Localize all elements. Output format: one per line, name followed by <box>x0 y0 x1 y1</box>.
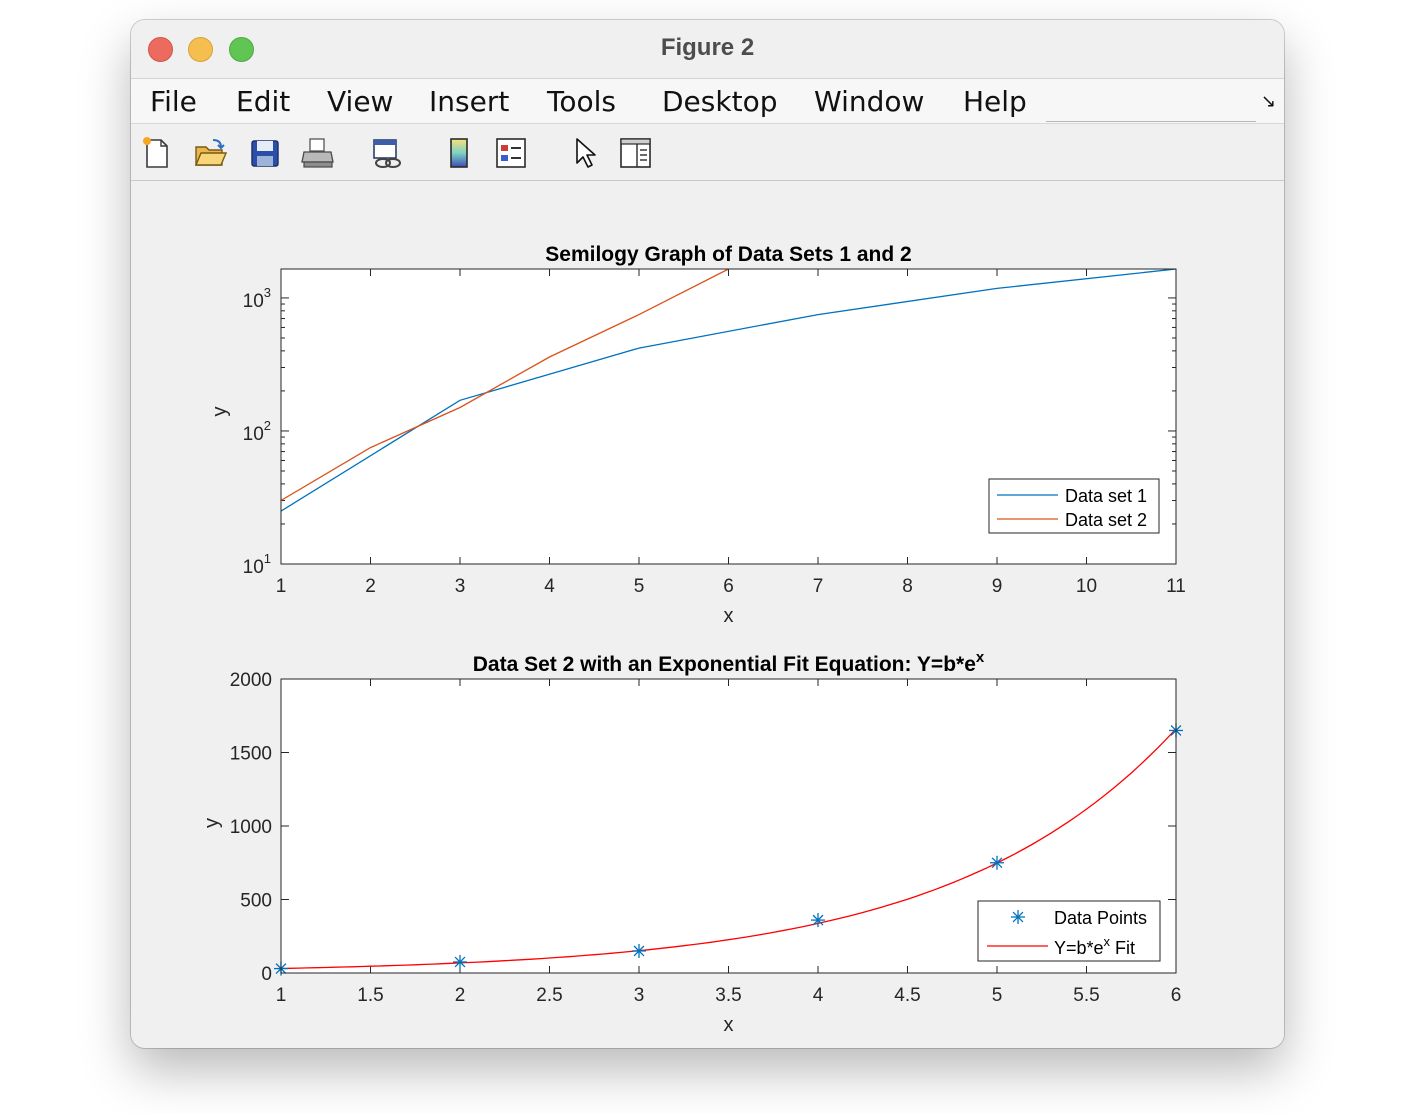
y-tick-base: 10 <box>243 291 264 312</box>
y-tick-exponent: 2 <box>264 418 271 433</box>
legend-icon[interactable] <box>494 136 528 170</box>
menu-insert[interactable]: Insert <box>429 85 509 118</box>
plot-area: 1 2 3 4 5 6 7 8 9 10 11 101 102 103 Semilogy Graph of … <box>131 181 1284 1048</box>
y-tick-label: 2000 <box>230 670 272 691</box>
y-tick-label: 101 <box>243 551 271 578</box>
x-tick-label: 6 <box>1171 985 1182 1006</box>
y-tick-label: 102 <box>243 418 271 445</box>
x-tick-label: 11 <box>1166 576 1186 597</box>
x-tick-label: 1 <box>276 985 287 1006</box>
dock-figure-icon[interactable]: ↘ <box>1261 91 1276 112</box>
x-tick-label: 2.5 <box>536 985 562 1006</box>
y-tick-label: 1500 <box>230 744 272 765</box>
data-point <box>990 855 1004 870</box>
y-tick-label: 0 <box>261 964 272 985</box>
legend-label: Data Points <box>1054 908 1147 928</box>
menu-edit[interactable]: Edit <box>236 85 290 118</box>
menu-file[interactable]: File <box>150 85 197 118</box>
chart-title-superscript: x <box>976 649 985 666</box>
x-tick-label: 7 <box>813 576 824 597</box>
x-tick-label: 2 <box>455 985 466 1006</box>
edit-plot-arrow-icon[interactable] <box>568 136 602 170</box>
x-axis-label: x <box>724 605 734 627</box>
open-file-icon[interactable] <box>193 136 227 170</box>
x-tick-label: 1.5 <box>357 985 383 1006</box>
legend: Data Points Y=b*ex Fit <box>977 900 1161 962</box>
chart-title: Semilogy Graph of Data Sets 1 and 2 <box>545 243 911 266</box>
data-point <box>811 913 825 928</box>
figure-toolbar <box>131 124 1284 181</box>
y-axis-label: y <box>209 407 231 417</box>
legend-label-text: Y=b*e <box>1054 938 1104 958</box>
print-icon[interactable] <box>301 136 335 170</box>
property-inspector-icon[interactable] <box>618 136 652 170</box>
figure-window: Figure 2 File Edit View Insert Tools Des… <box>131 20 1284 1048</box>
menu-window[interactable]: Window <box>814 85 924 118</box>
x-tick-label: 3 <box>634 985 645 1006</box>
x-tick-label: 4 <box>813 985 824 1006</box>
menu-bar: File Edit View Insert Tools Desktop Wind… <box>131 79 1284 124</box>
title-bar: Figure 2 <box>131 20 1284 79</box>
menu-separator <box>1046 121 1256 122</box>
y-tick-label: 1000 <box>230 817 272 838</box>
chart-title: Data Set 2 with an Exponential Fit Equat… <box>473 649 985 676</box>
data-point <box>632 943 646 958</box>
menu-tools[interactable]: Tools <box>547 85 616 118</box>
link-plot-icon[interactable] <box>370 136 404 170</box>
save-icon[interactable] <box>248 136 282 170</box>
legend-marker-data-points <box>1011 910 1025 924</box>
x-tick-label: 3.5 <box>715 985 741 1006</box>
semilog-chart: 1 2 3 4 5 6 7 8 9 10 11101102103Semilogy Graph of … <box>209 243 1186 627</box>
chart-title-text: Data Set 2 with an Exponential Fit Equat… <box>473 653 976 676</box>
menu-desktop[interactable]: Desktop <box>662 85 777 118</box>
x-tick-label: 5.5 <box>1073 985 1099 1006</box>
fit-chart: 1 1.5 2 2.5 3 3.5 4 4.5 5 5.5 6 0 500 1000 1500 2000 Dat… <box>201 649 1183 1036</box>
x-tick-label: 6 <box>723 576 734 597</box>
y-axis-label: y <box>201 818 223 828</box>
x-tick-label: 4 <box>544 576 555 597</box>
menu-help[interactable]: Help <box>963 85 1027 118</box>
figure-canvas: 1 2 3 4 5 6 7 8 9 10 11101102103Semilogy Graph of … <box>201 243 1186 1036</box>
x-tick-label: 3 <box>455 576 466 597</box>
x-tick-label: 10 <box>1076 576 1097 597</box>
legend-label: Y=b*ex Fit <box>1054 934 1135 958</box>
new-figure-icon[interactable] <box>139 136 173 170</box>
x-tick-label: 8 <box>902 576 913 597</box>
x-tick-label: 5 <box>634 576 645 597</box>
legend-label: Data set 1 <box>1065 486 1147 506</box>
x-tick-label: 4.5 <box>894 985 920 1006</box>
x-tick-label: 5 <box>992 985 1003 1006</box>
legend-label: Data set 2 <box>1065 510 1147 530</box>
y-tick-exponent: 3 <box>264 285 271 300</box>
colorbar-icon[interactable] <box>442 136 476 170</box>
menu-view[interactable]: View <box>327 85 393 118</box>
data-point <box>453 954 467 969</box>
legend: Data set 1 Data set 2 <box>988 478 1160 534</box>
y-tick-base: 10 <box>243 557 264 578</box>
x-tick-label: 9 <box>992 576 1003 597</box>
y-tick-label: 103 <box>243 285 271 312</box>
legend-label-suffix: Fit <box>1110 938 1135 958</box>
y-tick-exponent: 1 <box>264 551 271 566</box>
x-tick-label: 1 <box>276 576 287 597</box>
window-title: Figure 2 <box>660 34 755 61</box>
y-tick-label: 500 <box>240 891 272 912</box>
x-tick-label: 2 <box>365 576 376 597</box>
x-axis-label: x <box>724 1014 734 1036</box>
y-tick-base: 10 <box>243 424 264 445</box>
